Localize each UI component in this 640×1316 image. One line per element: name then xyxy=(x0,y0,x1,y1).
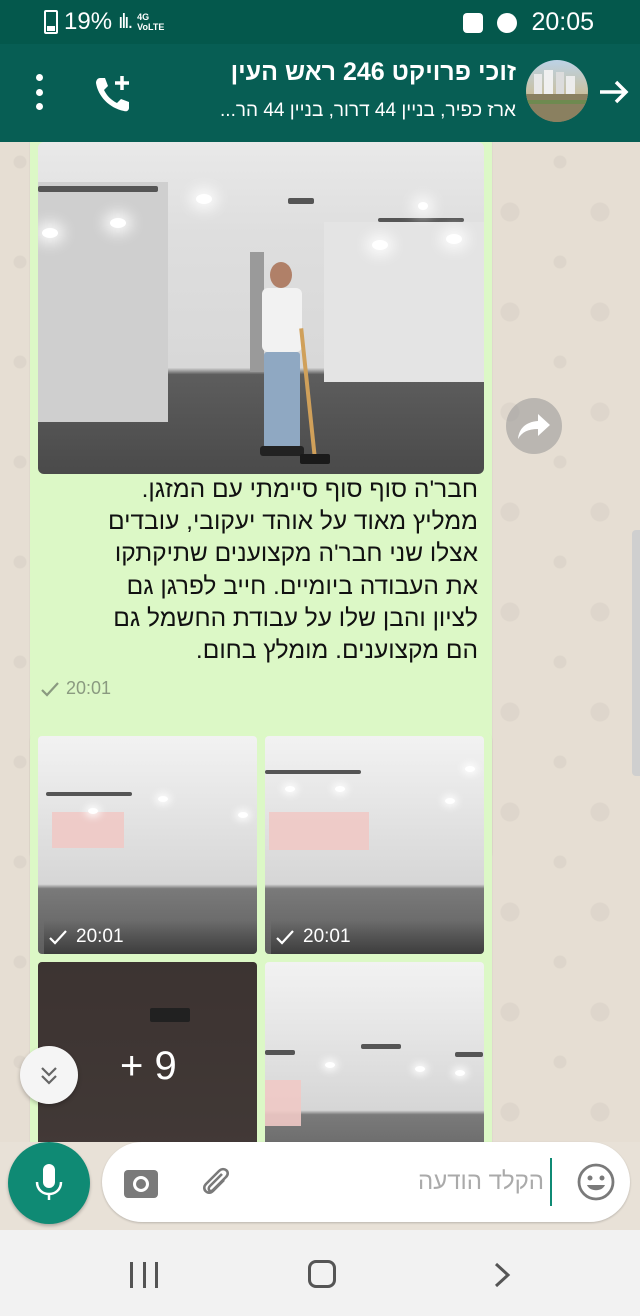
image-time: 20:01 xyxy=(76,926,124,947)
recent-apps-button[interactable] xyxy=(130,1262,158,1288)
caption-line: הם מקצוענים. מומלץ בחום. xyxy=(195,637,478,665)
caption-line: את העבודה ביומיים. חייב לפרגן גם xyxy=(126,572,478,600)
network-type: 4G xyxy=(137,12,150,22)
media-notification-icon xyxy=(463,12,484,33)
nav-back-icon[interactable] xyxy=(490,1260,514,1290)
grid-image[interactable]: 20:01 xyxy=(38,736,257,954)
system-nav-bar xyxy=(0,1230,640,1316)
battery-icon xyxy=(44,10,58,34)
chat-header: זוכי פרויקט 246 ראש העין ארז כפיר, בניין… xyxy=(0,44,640,142)
back-arrow-icon[interactable] xyxy=(596,74,632,110)
sent-check-icon xyxy=(49,930,67,945)
sent-check-icon xyxy=(276,930,294,945)
group-avatar[interactable] xyxy=(526,60,588,122)
caption-line: אצלו שני חבר'ה מקצוענים שתיקתקו xyxy=(114,540,478,568)
mic-icon xyxy=(35,1164,63,1200)
network-indicator: 4G VoLTE xyxy=(137,12,164,32)
message-caption: חבר'ה סוף סוף סיימתי עם המזגן. ממליץ מאו… xyxy=(40,468,478,667)
home-button[interactable] xyxy=(308,1260,336,1288)
status-time: 20:05 xyxy=(531,8,594,36)
image-grid-bubble[interactable]: 20:01 20:01 + 9 xyxy=(30,730,492,1142)
grid-image[interactable] xyxy=(265,962,484,1142)
call-add-icon[interactable] xyxy=(92,72,136,116)
menu-icon[interactable] xyxy=(26,74,52,110)
input-bar xyxy=(0,1142,640,1230)
status-bar: 19% ılı. 4G VoLTE 20:05 xyxy=(0,0,640,44)
more-count: + 9 xyxy=(120,1044,177,1088)
message-input-box xyxy=(102,1142,630,1222)
message-input[interactable] xyxy=(262,1158,552,1206)
attach-icon[interactable] xyxy=(196,1162,236,1202)
battery-percent: 19% xyxy=(64,8,113,35)
status-left: 19% ılı. 4G VoLTE xyxy=(44,8,164,36)
forward-icon xyxy=(518,414,550,439)
caption-line: חבר'ה סוף סוף סיימתי עם המזגן. xyxy=(141,476,478,503)
caption-line: ממליץ מאוד על אוהד יעקובי, עובדים xyxy=(107,508,478,536)
caption-line: לציון והבן שלו על עבודת החשמל גם xyxy=(113,604,478,632)
mic-button[interactable] xyxy=(8,1142,90,1224)
image-meta: 20:01 xyxy=(271,920,484,954)
emoji-icon[interactable] xyxy=(576,1162,616,1202)
message-time: 20:01 xyxy=(66,678,112,698)
grid-image[interactable]: 20:01 xyxy=(265,736,484,954)
forward-button[interactable] xyxy=(506,398,562,454)
message-photo[interactable] xyxy=(38,142,484,474)
sent-check-icon xyxy=(41,681,59,697)
chat-title[interactable]: זוכי פרויקט 246 ראש העין xyxy=(156,58,516,87)
chat-area[interactable]: חבר'ה סוף סוף סיימתי עם המזגן. ממליץ מאו… xyxy=(0,142,640,1142)
scrollbar[interactable] xyxy=(632,530,640,776)
image-time: 20:01 xyxy=(303,926,351,947)
signal-icon: ılı. xyxy=(118,10,133,33)
scroll-down-button[interactable] xyxy=(20,1046,78,1104)
messenger-notification-icon xyxy=(497,12,518,33)
message-meta: 20:01 xyxy=(40,678,111,699)
volte-indicator: VoLTE xyxy=(137,22,165,32)
chat-subtitle[interactable]: ארז כפיר, בניין 44 דרור, בניין 44 הר... xyxy=(156,100,516,122)
scroll-down-icon xyxy=(41,1067,57,1085)
image-meta: 20:01 xyxy=(44,920,257,954)
camera-icon[interactable] xyxy=(122,1164,160,1202)
status-right: 20:05 xyxy=(463,8,594,37)
